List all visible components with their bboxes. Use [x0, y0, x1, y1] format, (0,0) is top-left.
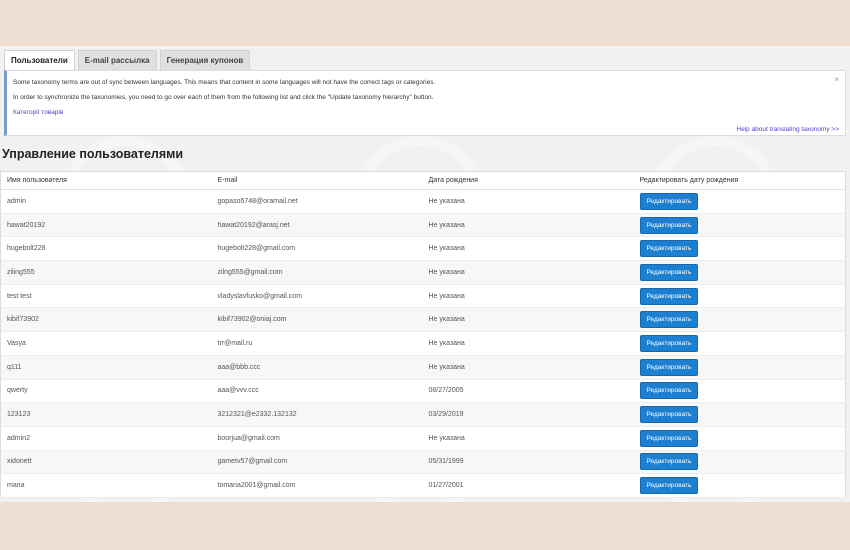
header-birthdate: Дата рождения	[422, 171, 634, 190]
birthdate-cell: Не указана	[422, 307, 634, 333]
email-cell: trr@mail.ru	[211, 331, 423, 356]
user-cell: q111	[0, 355, 212, 380]
help-translating-link[interactable]: Help about translating taxonomy >>	[736, 126, 839, 133]
user-cell: kibif73902	[0, 307, 212, 333]
edit-cell: Редактировать	[633, 331, 846, 356]
birthdate-cell: Не указана	[422, 260, 634, 285]
edit-cell: Редактировать	[633, 213, 846, 238]
table-row: test test vladyslavfusko@gmail.com Не указ…	[0, 284, 846, 309]
edit-birthdate-button[interactable]: Редактировать	[639, 477, 699, 495]
tab-email-newsletter[interactable]: E-mail рассылка	[77, 50, 157, 70]
notice-line-1: Some taxonomy terms are out of sync betw…	[13, 79, 436, 86]
birthdate-cell: 03/29/2019	[422, 402, 634, 427]
email-cell: tomaria2001@gmail.com	[211, 473, 423, 498]
edit-cell: Редактировать	[633, 355, 846, 380]
header-email: E-mail	[211, 171, 423, 190]
user-cell: Vasya	[0, 331, 212, 356]
table-row: ziling555 zilng555@gmail.com Не указана Ред…	[0, 260, 846, 285]
edit-birthdate-button[interactable]: Редактировать	[639, 263, 699, 281]
birthdate-cell: Не указана	[422, 355, 634, 380]
birthdate-cell: Не указана	[422, 426, 634, 451]
page-title: Управление пользователями	[2, 147, 184, 161]
email-cell: hawat20192@arasj.net	[211, 213, 423, 238]
table-row: q111 aaa@bbb.ccc Не указана Редактировать	[0, 355, 846, 380]
edit-birthdate-button[interactable]: Редактировать	[639, 358, 699, 376]
user-cell: admin2	[0, 426, 212, 451]
admin-screen: Пользователи E-mail рассылка Генерация к…	[0, 46, 850, 502]
user-cell: hawat20192	[0, 213, 212, 238]
notice-line-2: In order to synchronize the taxonomies, …	[13, 94, 434, 101]
edit-cell: Редактировать	[633, 426, 846, 451]
table-header-row: Имя пользователя E-mail Дата рождения Ре…	[0, 171, 846, 190]
birthdate-cell: 08/27/2005	[422, 379, 634, 404]
user-cell: xidonett	[0, 450, 212, 475]
users-table: Имя пользователя E-mail Дата рождения Ре…	[0, 171, 846, 498]
birthdate-cell: 05/31/1999	[422, 450, 634, 475]
header-username: Имя пользователя	[0, 171, 212, 190]
email-cell: 3212321@e2332.132132	[211, 402, 423, 427]
birthdate-cell: Не указана	[422, 236, 634, 262]
email-cell: gametv57@gmail.com	[211, 450, 423, 475]
product-categories-link[interactable]: Категорії товарів	[13, 109, 63, 116]
table-row: hugebolt228 hugebolt228@gmail.com Не указа…	[0, 236, 846, 262]
edit-cell: Редактировать	[633, 473, 846, 498]
email-cell: hugebolt228@gmail.com	[211, 236, 423, 262]
edit-cell: Редактировать	[633, 379, 846, 404]
email-cell: gopaso5748@oramail.net	[211, 189, 423, 214]
table-row: hawat20192 hawat20192@arasj.net Не указана…	[0, 213, 846, 238]
edit-cell: Редактировать	[633, 236, 846, 262]
edit-cell: Редактировать	[633, 402, 846, 427]
email-cell: aaa@vvv.ccc	[211, 379, 423, 404]
birthdate-cell: Не указана	[422, 284, 634, 309]
tab-coupon-generation[interactable]: Генерация купонов	[159, 50, 251, 70]
edit-cell: Редактировать	[633, 260, 846, 285]
birthdate-cell: Не указана	[422, 213, 634, 238]
user-cell: ziling555	[0, 260, 212, 285]
edit-cell: Редактировать	[633, 307, 846, 333]
table-row: admin2 boorjua@gmail.com Не указана Редакти…	[0, 426, 846, 451]
edit-birthdate-button[interactable]: Редактировать	[639, 240, 699, 258]
table-row: xidonett gametv57@gmail.com 05/31/1999 Реда…	[0, 450, 846, 475]
birthdate-cell: Не указана	[422, 331, 634, 356]
taxonomy-sync-notice: × Some taxonomy terms are out of sync be…	[4, 70, 846, 136]
edit-cell: Редактировать	[633, 189, 846, 214]
user-cell: hugebolt228	[0, 236, 212, 262]
birthdate-cell: Не указана	[422, 189, 634, 214]
user-cell: admin	[0, 189, 212, 214]
table-row: kibif73902 kibif73902@oniaj.com Не указана…	[0, 307, 846, 333]
birthdate-cell: 01/27/2001	[422, 473, 634, 498]
table-row: qwerty aaa@vvv.ccc 08/27/2005 Редактировать	[0, 379, 846, 404]
header-edit-birthdate: Редактировать дату рождения	[633, 171, 846, 190]
table-row: Vasya trr@mail.ru Не указана Редактировать	[0, 331, 846, 356]
edit-cell: Редактировать	[633, 450, 846, 475]
email-cell: aaa@bbb.ccc	[211, 355, 423, 380]
table-body: admin gopaso5748@oramail.net Не указана Ред…	[0, 189, 846, 498]
table-row: admin gopaso5748@oramail.net Не указана Ред…	[0, 189, 846, 214]
edit-birthdate-button[interactable]: Редактировать	[639, 382, 699, 400]
table-row: maria tomaria2001@gmail.com 01/27/2001 Реда…	[0, 473, 846, 498]
tab-users[interactable]: Пользователи	[4, 50, 75, 70]
edit-birthdate-button[interactable]: Редактировать	[639, 429, 699, 447]
table-row: 123123 3212321@e2332.132132 03/29/2019 Реда…	[0, 402, 846, 427]
edit-birthdate-button[interactable]: Редактировать	[639, 453, 699, 471]
edit-cell: Редактировать	[633, 284, 846, 309]
edit-birthdate-button[interactable]: Редактировать	[639, 311, 699, 329]
email-cell: vladyslavfusko@gmail.com	[211, 284, 423, 309]
edit-birthdate-button[interactable]: Редактировать	[639, 406, 699, 424]
user-cell: qwerty	[0, 379, 212, 404]
email-cell: zilng555@gmail.com	[211, 260, 423, 285]
user-cell: 123123	[0, 402, 212, 427]
edit-birthdate-button[interactable]: Редактировать	[639, 216, 699, 234]
edit-birthdate-button[interactable]: Редактировать	[639, 334, 699, 352]
edit-birthdate-button[interactable]: Редактировать	[639, 287, 699, 305]
tab-bar: Пользователи E-mail рассылка Генерация к…	[4, 50, 251, 70]
user-cell: test test	[0, 284, 212, 309]
dismiss-icon[interactable]: ×	[834, 75, 839, 84]
email-cell: boorjua@gmail.com	[211, 426, 423, 451]
user-cell: maria	[0, 473, 212, 498]
email-cell: kibif73902@oniaj.com	[211, 307, 423, 333]
edit-birthdate-button[interactable]: Редактировать	[639, 192, 699, 210]
